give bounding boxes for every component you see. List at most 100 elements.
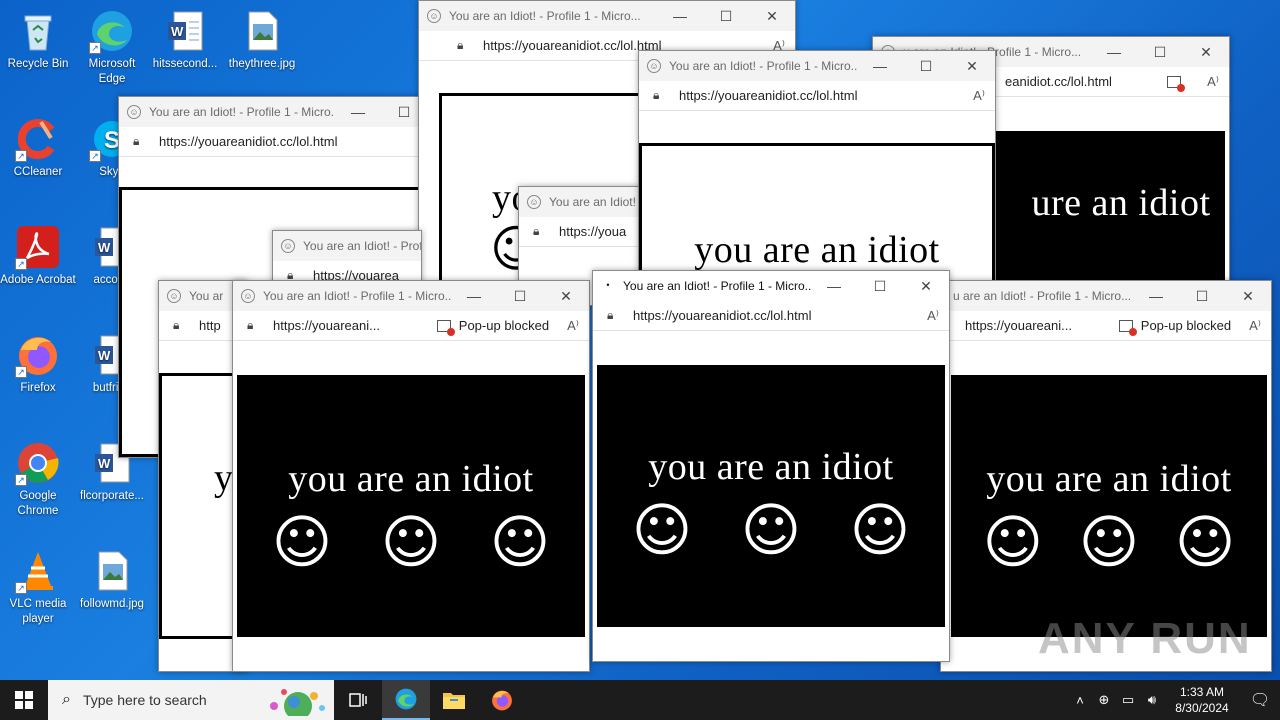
shortcut-arrow-icon: ↗ xyxy=(89,150,101,162)
browser-window[interactable]: ☺ You are an Idiot! - Profile 1 - Micro.… xyxy=(232,280,590,672)
address-bar[interactable]: 🔒︎ https://youareanidiot.cc/lol.html xyxy=(119,127,427,157)
read-aloud-icon[interactable]: A⁾ xyxy=(927,308,939,324)
window-titlebar[interactable]: ☺ You are an Idiot! - xyxy=(519,187,647,217)
maximize-button[interactable]: ☐ xyxy=(1179,281,1225,311)
network-icon[interactable]: ▭ xyxy=(1116,692,1140,708)
popup-blocked-indicator[interactable]: Pop-up blocked xyxy=(1118,318,1231,336)
window-title: You are an Idiot! - Profile 1 - Micro... xyxy=(669,59,857,73)
system-tray: ˄ ⊕ ▭ 🔊︎ 1:33 AM 8/30/2024 🗨︎ xyxy=(1068,680,1280,720)
url-text: https://youa xyxy=(559,224,627,239)
smiley-favicon-icon: • xyxy=(606,280,610,290)
shortcut-arrow-icon: ↗ xyxy=(15,258,27,270)
taskbar-edge-button[interactable] xyxy=(382,680,430,720)
minimize-button[interactable]: — xyxy=(811,271,857,301)
smiley-favicon-icon: ☺ xyxy=(127,105,141,119)
maximize-button[interactable]: ☐ xyxy=(703,1,749,31)
desktop-icon-ccleaner[interactable]: ↗ CCleaner xyxy=(0,116,76,180)
smiley-face-icon: ☺ xyxy=(1078,508,1140,576)
task-view-icon xyxy=(349,693,367,707)
close-button[interactable]: ✕ xyxy=(903,271,949,301)
window-titlebar[interactable]: ☺ You are an Idiot! - Profi xyxy=(273,231,421,261)
folder-icon xyxy=(443,693,465,709)
desktop-icon-firefox[interactable]: ↗ Firefox xyxy=(0,332,76,396)
desktop-icon-vlc[interactable]: ↗ VLC media player xyxy=(0,548,76,627)
desktop-icon-label: Microsoft Edge xyxy=(88,58,136,85)
popup-blocked-indicator[interactable]: Pop-up blocked xyxy=(436,318,549,336)
window-titlebar[interactable]: ☺ You are an Idiot! - Profile 1 - Micro.… xyxy=(119,97,427,127)
desktop-icon-label: VLC media player xyxy=(9,598,67,625)
minimize-button[interactable]: — xyxy=(657,1,703,31)
maximize-button[interactable]: ☐ xyxy=(857,271,903,301)
lock-icon: 🔒︎ xyxy=(173,318,180,332)
notification-icon[interactable]: 🗨︎ xyxy=(1240,690,1280,710)
minimize-button[interactable]: — xyxy=(857,51,903,81)
taskbar-firefox-button[interactable] xyxy=(478,680,526,720)
minimize-button[interactable]: — xyxy=(335,97,381,127)
close-button[interactable]: ✕ xyxy=(949,51,995,81)
close-button[interactable]: ✕ xyxy=(543,281,589,311)
minimize-button[interactable]: — xyxy=(1091,37,1137,67)
taskbar: ⌕ Type here to search ˄ ⊕ ▭ 🔊︎ 1:33 AM 8… xyxy=(0,680,1280,720)
close-button[interactable]: ✕ xyxy=(1225,281,1271,311)
minimize-button[interactable]: — xyxy=(1133,281,1179,311)
desktop-icon-recycle-bin[interactable]: Recycle Bin xyxy=(0,8,76,72)
edge-icon xyxy=(395,688,417,710)
svg-text:W: W xyxy=(98,456,111,471)
smiley-row: ☺ ☺ ☺ xyxy=(632,501,910,559)
browser-window-active[interactable]: • You are an Idiot! - Profile 1 - Micro.… xyxy=(592,270,950,662)
window-titlebar[interactable]: u are an Idiot! - Profile 1 - Micro... —… xyxy=(941,281,1271,311)
address-bar[interactable]: 🔒︎ https://youareanidiot.cc/lol.html A⁾ xyxy=(593,301,949,331)
vlc-icon: ↗ xyxy=(15,548,61,594)
firefox-icon xyxy=(492,690,512,711)
smiley-favicon-icon: ☺ xyxy=(427,9,441,23)
window-title: You are an Idiot! - Profile 1 - Micro... xyxy=(449,9,641,23)
desktop-icon-chrome[interactable]: ↗ Google Chrome xyxy=(0,440,76,519)
window-titlebar[interactable]: ☺ You are an Idiot! - Profile 1 - Micro.… xyxy=(419,1,795,31)
lock-icon: 🔒︎ xyxy=(133,134,140,148)
window-titlebar[interactable]: ☺ You are an Idiot! - Profile 1 - Micro.… xyxy=(233,281,589,311)
address-bar[interactable]: 🔒︎ https://youareani... Pop-up blocked A… xyxy=(233,311,589,341)
chevron-up-icon[interactable]: ˄ xyxy=(1068,693,1092,708)
desktop-icon-label: Recycle Bin xyxy=(7,58,69,70)
address-bar[interactable]: https://youareani... Pop-up blocked A⁾ xyxy=(941,311,1271,341)
maximize-button[interactable]: ☐ xyxy=(497,281,543,311)
firefox-icon: ↗ xyxy=(15,332,61,378)
maximize-button[interactable]: ☐ xyxy=(903,51,949,81)
desktop-icon-acrobat[interactable]: ↗ Adobe Acrobat xyxy=(0,224,76,288)
smiley-face-icon: ☺ xyxy=(740,496,802,564)
taskbar-explorer-button[interactable] xyxy=(430,680,478,720)
read-aloud-icon[interactable]: A⁾ xyxy=(567,318,579,334)
browser-window[interactable]: ☺ You are an Idiot! - Profile 1 - Micro.… xyxy=(638,50,996,300)
svg-text:W: W xyxy=(171,24,184,39)
edge-icon: ↗ xyxy=(89,8,135,54)
volume-icon[interactable]: 🔊︎ xyxy=(1140,692,1164,708)
maximize-button[interactable]: ☐ xyxy=(1137,37,1183,67)
clock[interactable]: 1:33 AM 8/30/2024 xyxy=(1164,684,1240,716)
desktop-icon-label: theythree.jpg xyxy=(228,58,296,70)
shortcut-arrow-icon: ↗ xyxy=(15,582,27,594)
task-view-button[interactable] xyxy=(334,680,382,720)
window-titlebar[interactable]: ☺ You are an Idiot! - Profile 1 - Micro.… xyxy=(639,51,995,81)
window-title: You are an Idiot! - Profile 1 - Micro... xyxy=(263,289,451,303)
address-bar[interactable]: 🔒︎ https://youa xyxy=(519,217,647,247)
shortcut-arrow-icon: ↗ xyxy=(89,42,101,54)
address-bar[interactable]: 🔒︎ https://youareanidiot.cc/lol.html A⁾ xyxy=(639,81,995,111)
window-titlebar[interactable]: • You are an Idiot! - Profile 1 - Micro.… xyxy=(593,271,949,301)
start-button[interactable] xyxy=(0,680,48,720)
minimize-button[interactable]: — xyxy=(451,281,497,311)
desktop-icon-theythree[interactable]: theythree.jpg xyxy=(224,8,300,72)
desktop-icon-followmd[interactable]: followmd.jpg xyxy=(74,548,150,612)
read-aloud-icon[interactable]: A⁾ xyxy=(1249,318,1261,334)
close-button[interactable]: ✕ xyxy=(749,1,795,31)
clock-time: 1:33 AM xyxy=(1179,685,1225,699)
smiley-face-icon: ☺ xyxy=(849,496,911,564)
close-button[interactable]: ✕ xyxy=(1183,37,1229,67)
read-aloud-icon[interactable]: A⁾ xyxy=(1207,74,1219,90)
popup-blocked-indicator[interactable] xyxy=(1167,75,1189,92)
read-aloud-icon[interactable]: A⁾ xyxy=(973,88,985,104)
taskbar-search-box[interactable]: ⌕ Type here to search xyxy=(48,680,334,720)
smiley-face-icon: ☺ xyxy=(1174,508,1236,576)
desktop-icon-edge[interactable]: ↗ Microsoft Edge xyxy=(74,8,150,87)
desktop-icon-hitssecond[interactable]: W hitssecond... xyxy=(147,8,223,72)
device-icon[interactable]: ⊕ xyxy=(1092,692,1116,708)
